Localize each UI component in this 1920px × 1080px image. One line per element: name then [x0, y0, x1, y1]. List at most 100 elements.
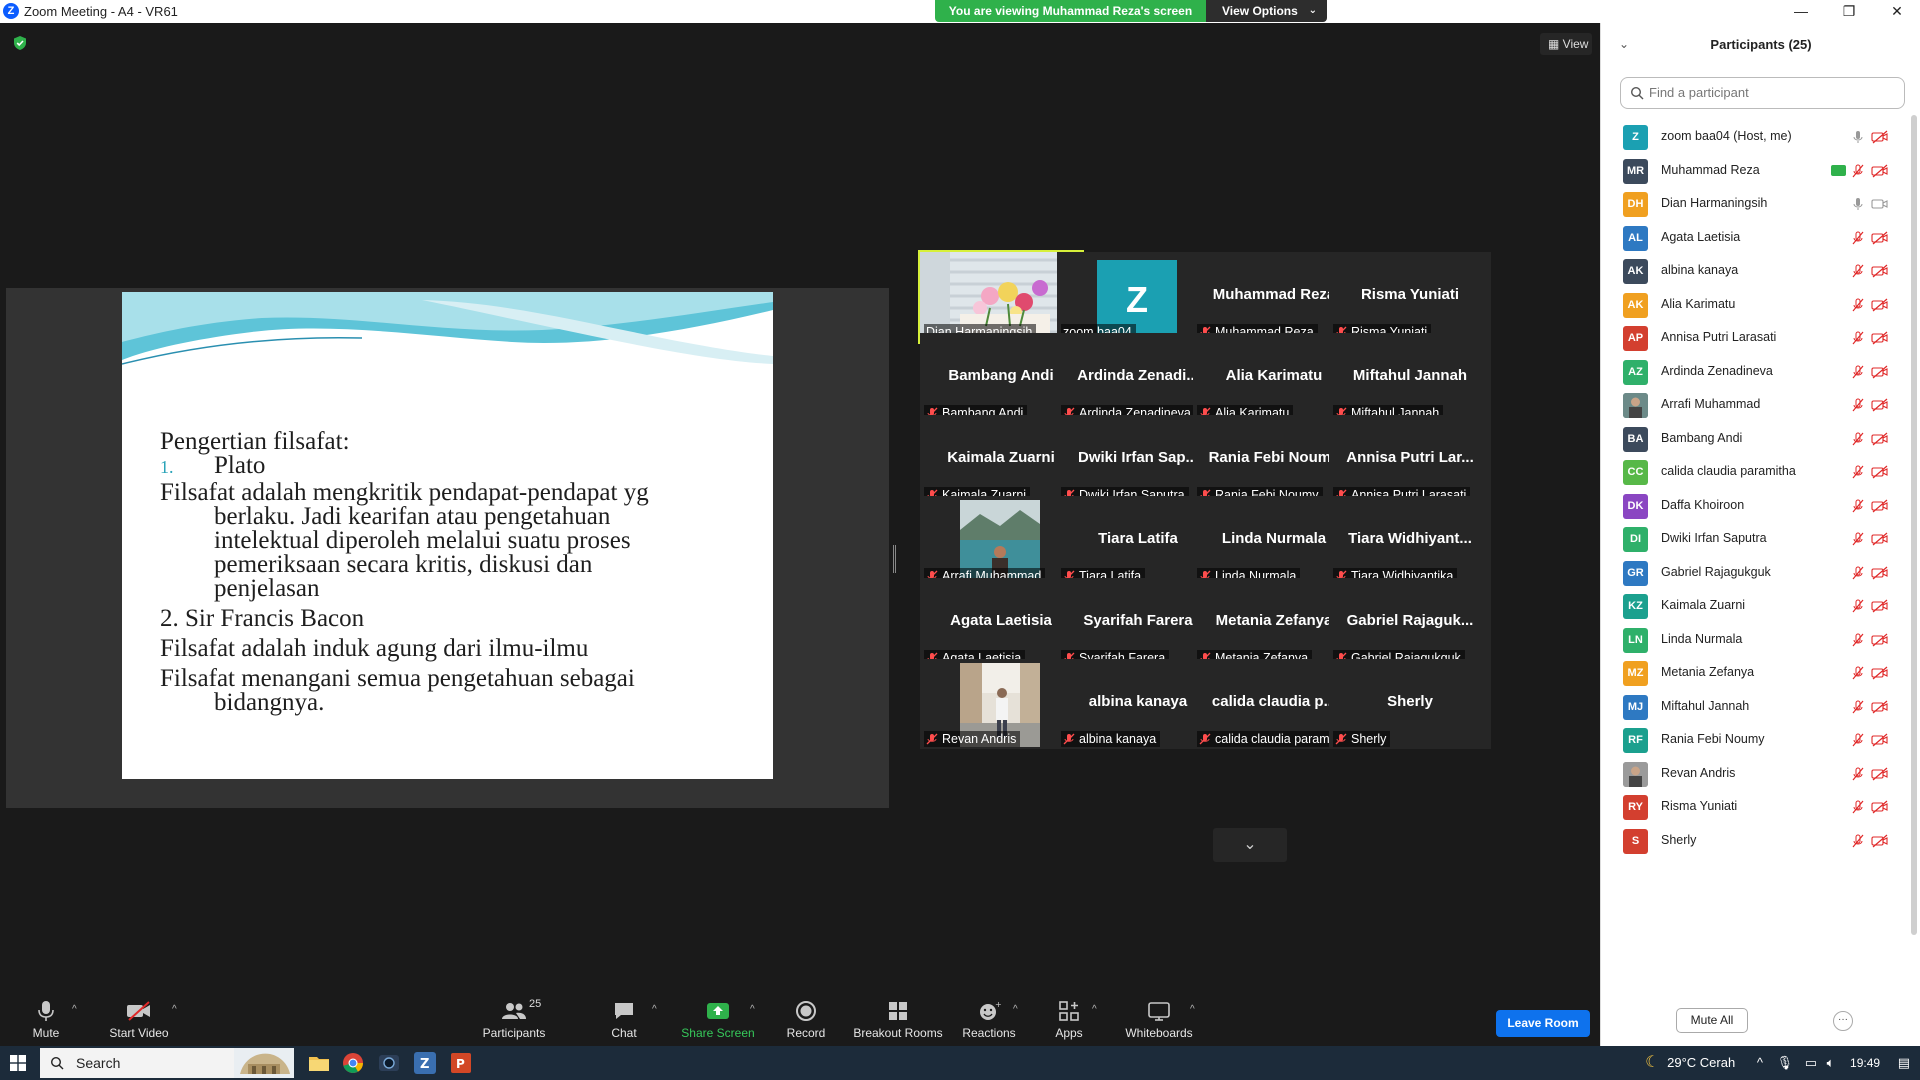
video-off-icon[interactable]	[1871, 298, 1889, 312]
video-off-icon[interactable]	[1871, 499, 1889, 513]
maximize-button[interactable]: ❐	[1826, 0, 1872, 23]
muted-mic-icon[interactable]	[1851, 633, 1865, 647]
video-off-icon[interactable]	[1871, 231, 1889, 245]
apps-button[interactable]: Apps	[1052, 998, 1086, 1044]
video-off-icon[interactable]	[1871, 365, 1889, 379]
chat-button[interactable]: Chat	[604, 998, 644, 1044]
chrome-icon[interactable]	[340, 1050, 366, 1076]
windows-start-icon[interactable]	[10, 1055, 26, 1071]
leave-room-button[interactable]: Leave Room	[1496, 1010, 1590, 1037]
microphone-tray-icon[interactable]: 🎙︎	[1777, 1055, 1794, 1070]
muted-mic-icon[interactable]	[1851, 532, 1865, 546]
microphone-icon[interactable]	[1851, 130, 1865, 144]
video-off-icon[interactable]	[1871, 767, 1889, 781]
video-off-icon[interactable]	[1871, 432, 1889, 446]
participant-name: Sherly	[1661, 832, 1697, 847]
video-off-icon[interactable]	[1871, 666, 1889, 680]
view-options-button[interactable]: View Options ⌄	[1206, 0, 1327, 22]
muted-mic-icon[interactable]	[1851, 365, 1865, 379]
breakout-rooms-button[interactable]: Breakout Rooms	[852, 998, 944, 1044]
chat-options-caret[interactable]: ^	[650, 998, 664, 1044]
video-off-icon[interactable]	[1871, 331, 1889, 345]
muted-mic-icon[interactable]	[1851, 599, 1865, 613]
camera-app-icon[interactable]	[376, 1050, 402, 1076]
close-button[interactable]: ✕	[1874, 0, 1920, 23]
video-off-icon[interactable]	[1871, 130, 1889, 144]
muted-mic-icon[interactable]	[1851, 432, 1865, 446]
video-off-icon[interactable]	[1871, 834, 1889, 848]
video-off-icon[interactable]	[1871, 532, 1889, 546]
video-off-icon[interactable]	[1871, 566, 1889, 580]
video-off-icon[interactable]	[1871, 733, 1889, 747]
start-video-button[interactable]: Start Video	[104, 998, 174, 1044]
weather-text[interactable]: 29°C Cerah	[1667, 1055, 1735, 1070]
muted-mic-icon[interactable]	[1851, 767, 1865, 781]
taskbar-search-box[interactable]: Search	[40, 1048, 294, 1078]
record-button[interactable]: Record	[782, 998, 830, 1044]
file-explorer-icon[interactable]	[306, 1050, 332, 1076]
audio-options-caret[interactable]: ^	[70, 998, 84, 1044]
participants-panel-footer: Mute All ···	[1601, 1008, 1920, 1046]
muted-mic-icon[interactable]	[1851, 164, 1865, 178]
video-tile[interactable]: Risma Yuniati Risma Yuniati	[1329, 252, 1491, 342]
reactions-options-caret[interactable]: ^	[1011, 998, 1025, 1044]
network-icon[interactable]: ▭	[1805, 1055, 1817, 1070]
muted-mic-icon[interactable]	[1851, 331, 1865, 345]
minimize-button[interactable]: —	[1778, 0, 1824, 23]
video-tile[interactable]: Tiara Widhiyant... Tiara Widhiyantika	[1329, 496, 1491, 586]
security-shield-icon[interactable]	[12, 35, 28, 51]
mute-button[interactable]: Mute	[24, 998, 68, 1044]
muted-mic-icon[interactable]	[1851, 465, 1865, 479]
muted-mic-icon[interactable]	[1851, 298, 1865, 312]
muted-mic-icon[interactable]	[1851, 499, 1865, 513]
participant-row[interactable]: S Sherly	[1601, 821, 1909, 862]
muted-mic-icon[interactable]	[1851, 666, 1865, 680]
muted-mic-icon[interactable]	[1851, 231, 1865, 245]
find-participant-input[interactable]: Find a participant	[1620, 77, 1905, 109]
share-options-caret[interactable]: ^	[748, 998, 762, 1044]
video-off-icon[interactable]	[1871, 164, 1889, 178]
participants-button[interactable]: Participants 25	[478, 998, 550, 1044]
view-layout-button[interactable]: ▦ View	[1540, 33, 1592, 55]
video-camera-icon[interactable]	[1871, 197, 1889, 211]
video-off-icon[interactable]	[1871, 465, 1889, 479]
whiteboards-button[interactable]: Whiteboards	[1124, 998, 1194, 1044]
muted-mic-icon[interactable]	[1851, 733, 1865, 747]
powerpoint-icon[interactable]: P	[448, 1050, 474, 1076]
weather-moon-icon[interactable]: ☾	[1645, 1054, 1659, 1071]
muted-mic-icon[interactable]	[1851, 566, 1865, 580]
video-tile[interactable]: Annisa Putri Lar... Annisa Putri Larasati	[1329, 415, 1491, 505]
video-tile[interactable]: Gabriel Rajaguk... Gabriel Rajagukguk	[1329, 578, 1491, 668]
share-screen-button[interactable]: Share Screen	[678, 998, 758, 1044]
video-tile[interactable]: Miftahul Jannah Miftahul Jannah	[1329, 333, 1491, 423]
participant-list-scrollbar[interactable]	[1911, 115, 1917, 935]
notifications-icon[interactable]: ▤	[1898, 1055, 1910, 1070]
video-off-icon[interactable]	[1871, 264, 1889, 278]
video-off-icon[interactable]	[1871, 599, 1889, 613]
muted-mic-icon[interactable]	[1851, 398, 1865, 412]
muted-mic-icon[interactable]	[1851, 834, 1865, 848]
gallery-next-page-button[interactable]: ⌄	[1213, 828, 1287, 862]
muted-mic-icon[interactable]	[1851, 264, 1865, 278]
split-resize-handle[interactable]	[893, 545, 896, 573]
apps-options-caret[interactable]: ^	[1090, 998, 1104, 1044]
video-tile[interactable]: Sherly Sherly	[1329, 659, 1491, 749]
start-video-label: Start Video	[109, 1026, 169, 1040]
tray-chevron-up-icon[interactable]: ^	[1757, 1055, 1763, 1070]
mute-all-button[interactable]: Mute All	[1676, 1008, 1748, 1033]
microphone-icon[interactable]	[1851, 197, 1865, 211]
reactions-button[interactable]: + Reactions	[960, 998, 1018, 1044]
whiteboards-options-caret[interactable]: ^	[1188, 998, 1202, 1044]
zoom-taskbar-icon[interactable]: Z	[412, 1050, 438, 1076]
muted-mic-icon[interactable]	[1851, 800, 1865, 814]
more-options-button[interactable]: ···	[1833, 1011, 1853, 1031]
video-options-caret[interactable]: ^	[170, 998, 184, 1044]
video-off-icon[interactable]	[1871, 398, 1889, 412]
video-off-icon[interactable]	[1871, 633, 1889, 647]
video-off-icon[interactable]	[1871, 800, 1889, 814]
video-off-icon[interactable]	[1871, 700, 1889, 714]
clock-time[interactable]: 19:49	[1850, 1056, 1880, 1070]
participant-name: Ardinda Zenadineva	[1661, 363, 1773, 378]
volume-icon[interactable]: 🔈︎	[1827, 1055, 1835, 1070]
muted-mic-icon[interactable]	[1851, 700, 1865, 714]
